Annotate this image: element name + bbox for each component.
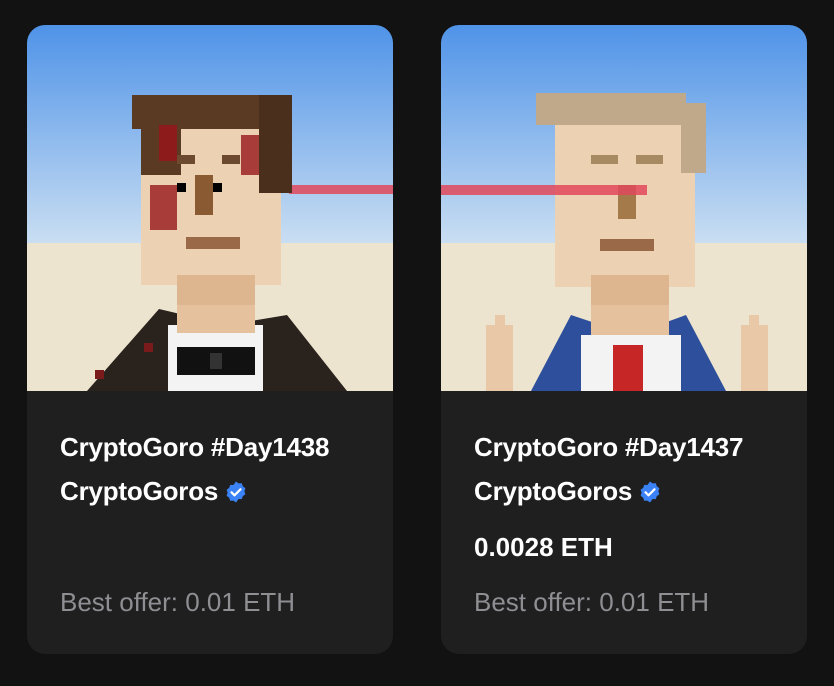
nft-title[interactable]: CryptoGoro #Day1437 xyxy=(474,432,744,463)
nft-artwork-day1437[interactable] xyxy=(441,25,807,391)
collection-name[interactable]: CryptoGoros xyxy=(474,476,632,507)
nft-card-day1437[interactable]: CryptoGoro #Day1437 CryptoGoros 0.0028 E… xyxy=(441,25,807,654)
best-offer: Best offer: 0.01 ETH xyxy=(474,587,710,617)
collection-name[interactable]: CryptoGoros xyxy=(60,476,218,507)
card-info: CryptoGoro #Day1438 CryptoGoros Best off… xyxy=(27,391,393,654)
nft-title[interactable]: CryptoGoro #Day1438 xyxy=(60,432,330,463)
price: 0.0028 ETH xyxy=(474,532,613,562)
nft-card-day1438[interactable]: CryptoGoro #Day1438 CryptoGoros Best off… xyxy=(27,25,393,654)
collection-name-row[interactable]: CryptoGoros xyxy=(474,476,662,507)
collection-name-row[interactable]: CryptoGoros xyxy=(60,476,248,507)
verified-badge-icon xyxy=(640,481,660,502)
best-offer: Best offer: 0.01 ETH xyxy=(60,587,296,617)
verified-badge-icon xyxy=(226,481,246,502)
nft-artwork-day1438[interactable] xyxy=(27,25,393,391)
card-info: CryptoGoro #Day1437 CryptoGoros 0.0028 E… xyxy=(441,391,807,654)
